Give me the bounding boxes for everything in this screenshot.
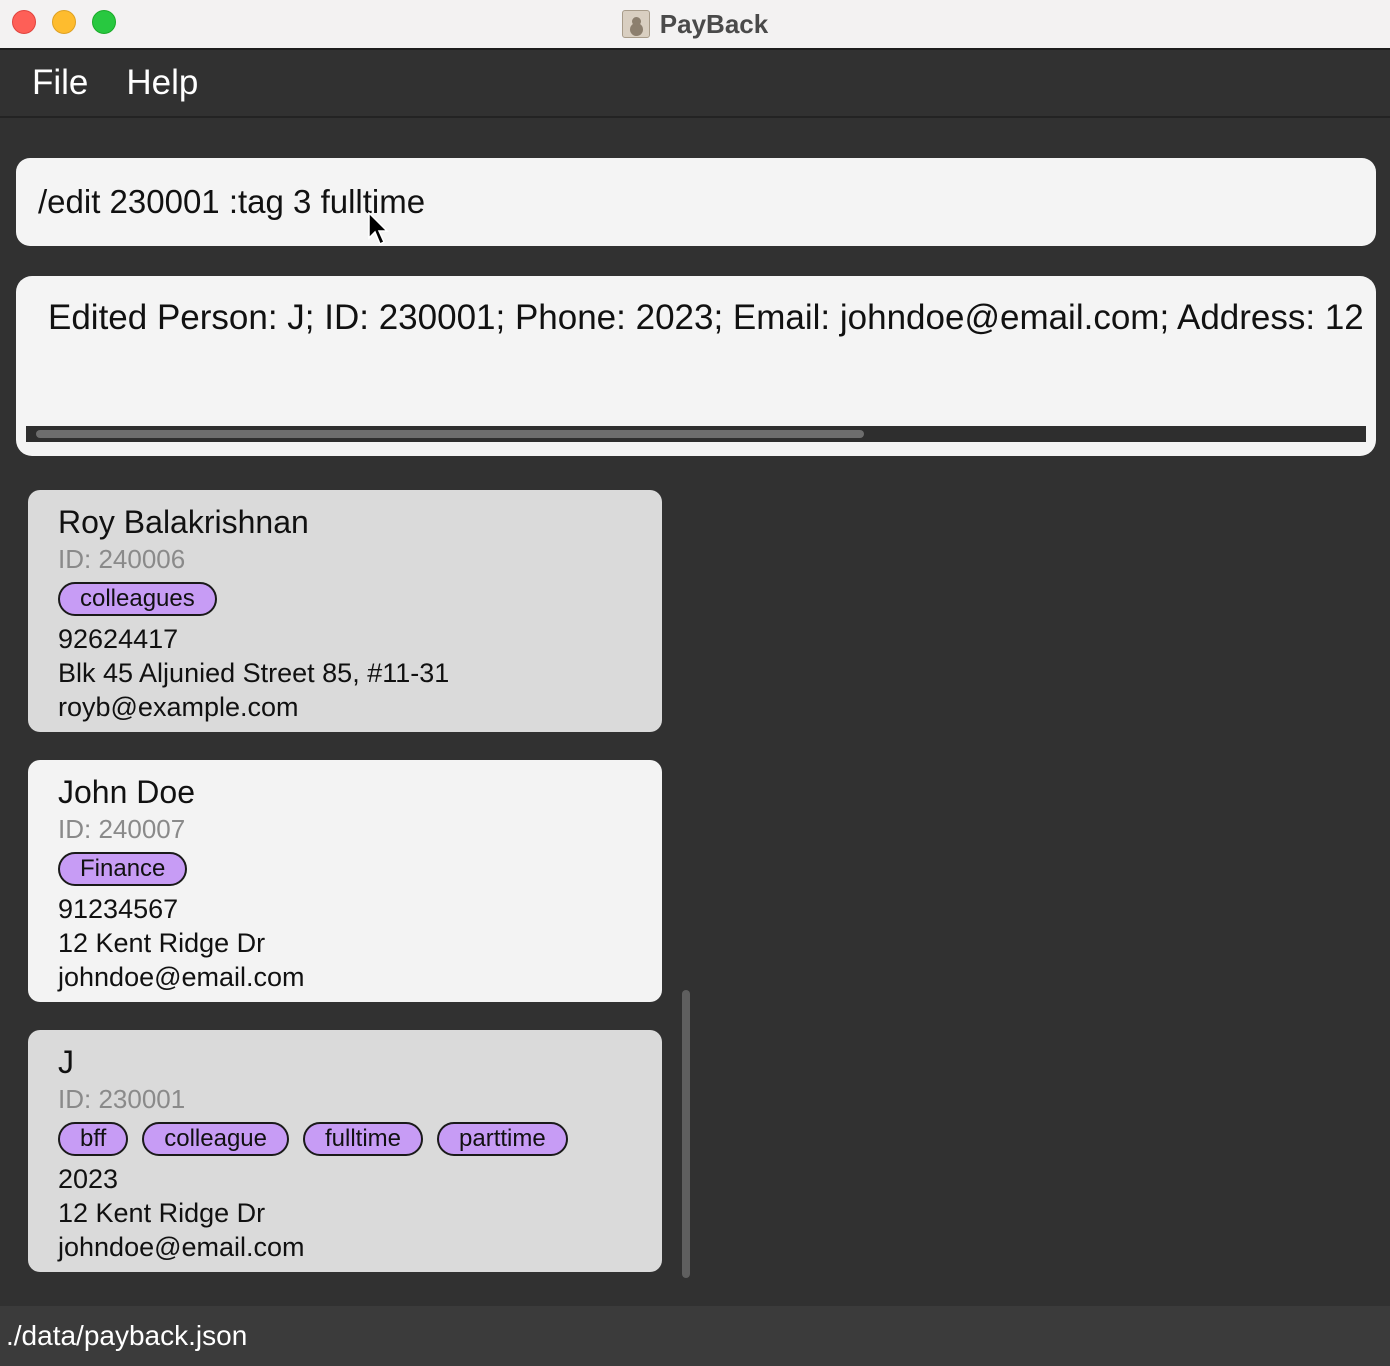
person-address: 12 Kent Ridge Dr [58,1198,266,1228]
person-id: ID: 230001 [58,1084,186,1114]
horizontal-scrollbar[interactable] [26,426,1366,442]
person-email: johndoe@email.com [58,1232,305,1262]
person-card[interactable]: John Doe ID: 240007 Finance 91234567 12 … [28,760,662,1002]
result-message: Edited Person: J; ID: 230001; Phone: 202… [48,298,1366,337]
menu-help[interactable]: Help [126,63,198,103]
tag-label: colleague [142,1122,289,1156]
status-bar: ./data/payback.json [0,1306,1390,1366]
person-card[interactable]: Roy Balakrishnan ID: 240006 colleagues 9… [28,490,662,732]
tag-list: bff colleague fulltime parttime [58,1122,632,1158]
person-list-scrollbar[interactable] [682,990,690,1278]
person-phone: 2023 [58,1164,119,1194]
person-list: Roy Balakrishnan ID: 240006 colleagues 9… [28,490,662,1300]
tag-label: fulltime [303,1122,424,1156]
person-id: ID: 240007 [58,814,186,844]
person-address: 12 Kent Ridge Dr [58,928,266,958]
person-email: johndoe@email.com [58,962,305,992]
person-phone: 91234567 [58,894,179,924]
person-name: J [58,1044,74,1080]
person-name: Roy Balakrishnan [58,504,309,540]
person-email: royb@example.com [58,692,299,722]
menu-file[interactable]: File [32,63,88,103]
person-id: ID: 240006 [58,544,186,574]
command-input[interactable] [38,183,1376,221]
tag-label: Finance [58,852,188,886]
tag-label: colleagues [58,582,217,616]
menu-bar: File Help [0,50,1390,118]
result-display: Edited Person: J; ID: 230001; Phone: 202… [16,276,1376,456]
tag-label: bff [58,1122,129,1156]
command-box[interactable] [16,158,1376,246]
person-address: Blk 45 Aljunied Street 85, #11-31 [58,658,450,688]
title-bar: PayBack [0,0,1390,50]
window-title-group: PayBack [0,0,1390,48]
window-title: PayBack [659,8,769,39]
person-phone: 92624417 [58,624,179,654]
tag-list: colleagues [58,582,632,618]
tag-label: parttime [437,1122,568,1156]
person-name: John Doe [58,774,195,810]
person-card[interactable]: J ID: 230001 bff colleague fulltime part… [28,1030,662,1272]
data-file-path: ./data/payback.json [6,1320,248,1351]
horizontal-scrollbar-thumb[interactable] [36,430,864,438]
contacts-app-icon [621,10,650,38]
tag-list: Finance [58,852,632,888]
mouse-pointer-icon [368,212,389,246]
